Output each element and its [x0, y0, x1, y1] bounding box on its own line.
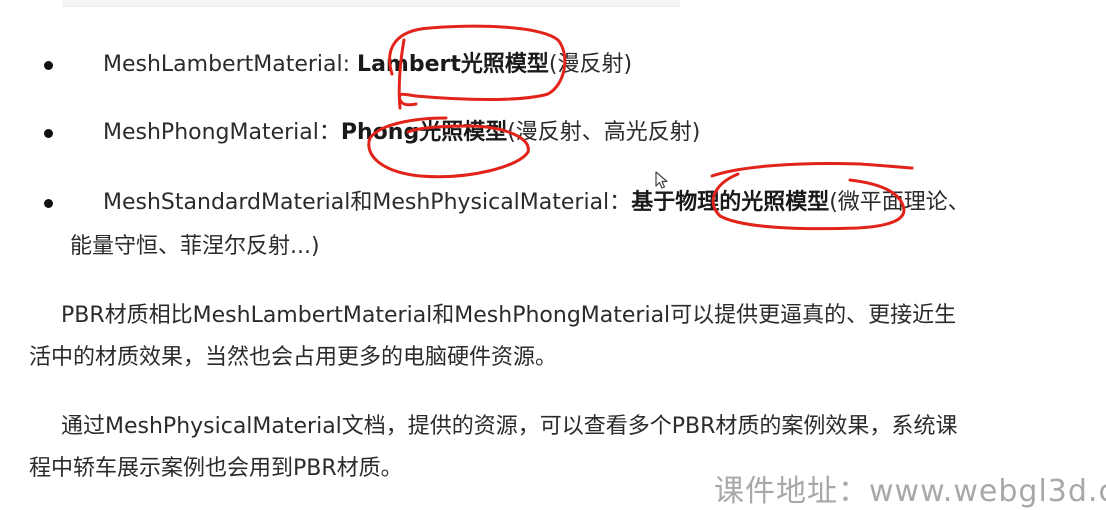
bullet-dot-icon — [44, 61, 53, 70]
paragraph-line: PBR材质相比MeshLambertMaterial和MeshPhongMate… — [29, 295, 1099, 337]
bullet-dot-icon — [44, 129, 53, 138]
list-item-suffix: (漫反射) — [548, 52, 633, 77]
paragraph-line: 活中的材质效果，当然也会占用更多的电脑硬件资源。 — [29, 337, 1099, 379]
list-item-prefix: MeshStandardMaterial和MeshPhysicalMateria… — [103, 190, 632, 215]
list-item-suffix: (漫反射、高光反射) — [507, 120, 701, 145]
list-item-continuation: 能量守恒、菲涅尔反射...) — [70, 234, 320, 259]
list-item-text: MeshPhongMaterial：Phong光照模型(漫反射、高光反射) — [103, 111, 700, 155]
list-item-text: MeshStandardMaterial和MeshPhysicalMateria… — [103, 181, 970, 225]
paragraph-text: 程中轿车展示案例也会用到PBR材质。 — [29, 456, 403, 481]
list-item-bold: 基于物理的光照模型 — [631, 190, 830, 215]
list-item-suffix: (微平面理论、 — [829, 190, 970, 215]
list-item-prefix: MeshLambertMaterial: — [103, 52, 358, 77]
bullet-dot-icon — [44, 199, 53, 208]
list-item-prefix: MeshPhongMaterial： — [103, 120, 341, 145]
watermark-text: 课件地址：www.webgl3d.cn — [714, 474, 1106, 509]
paragraph-text: PBR材质相比MeshLambertMaterial和MeshPhongMate… — [61, 303, 957, 328]
paragraph-text: 活中的材质效果，当然也会占用更多的电脑硬件资源。 — [29, 345, 558, 370]
top-content-strip — [62, 0, 680, 7]
mouse-pointer-icon — [655, 171, 668, 189]
red-circle-annotation — [710, 162, 914, 178]
paragraph-text: 通过MeshPhysicalMaterial文档，提供的资源，可以查看多个PBR… — [61, 414, 958, 439]
list-item-bold: Lambert光照模型 — [357, 52, 549, 77]
list-item-bold: Phong光照模型 — [340, 120, 508, 145]
list-item-text: MeshLambertMaterial: Lambert光照模型(漫反射) — [103, 43, 632, 87]
paragraph-line: 通过MeshPhysicalMaterial文档，提供的资源，可以查看多个PBR… — [29, 406, 1099, 448]
paragraph-pbr-comparison: PBR材质相比MeshLambertMaterial和MeshPhongMate… — [29, 295, 1099, 379]
